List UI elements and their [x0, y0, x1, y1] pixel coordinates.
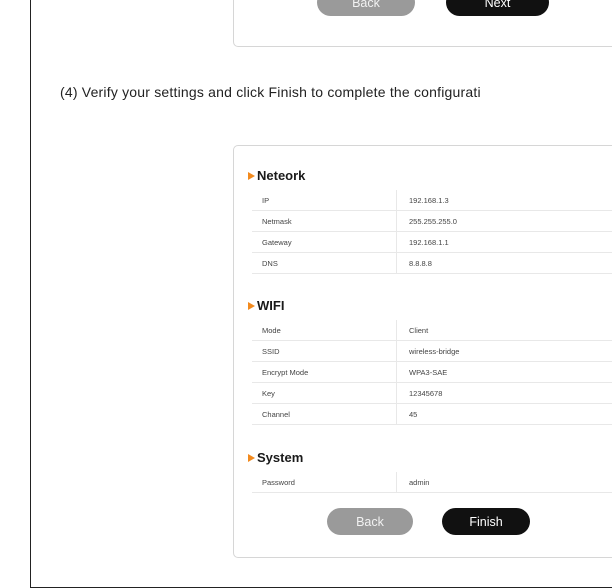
row-label: IP: [262, 196, 270, 205]
row-label: Password: [262, 478, 295, 487]
table-row: Password admin: [252, 472, 612, 493]
triangle-right-icon: [248, 453, 255, 462]
table-row: IP 192.168.1.3: [252, 190, 612, 211]
previous-step-card: Back Next: [233, 0, 612, 47]
row-value: admin: [409, 478, 430, 487]
back-button[interactable]: Back: [327, 508, 413, 535]
triangle-right-icon: [248, 171, 255, 180]
row-value: wireless-bridge: [409, 347, 460, 356]
summary-card: Neteork IP 192.168.1.3 Netmask 255.255.2…: [233, 145, 612, 558]
divider: [396, 404, 397, 424]
instruction-text: (4) Verify your settings and click Finis…: [60, 84, 481, 100]
next-button[interactable]: Next: [446, 0, 549, 16]
row-value: 255.255.255.0: [409, 217, 457, 226]
table-row: Key 12345678: [252, 383, 612, 404]
section-wifi: WIFI: [248, 298, 284, 313]
divider: [396, 383, 397, 403]
section-title: Neteork: [257, 168, 306, 183]
row-label: DNS: [262, 259, 278, 268]
divider: [396, 232, 397, 252]
table-row: Mode Client: [252, 320, 612, 341]
divider: [396, 320, 397, 340]
back-button-previous[interactable]: Back: [317, 0, 415, 16]
row-label: Netmask: [262, 217, 292, 226]
divider: [396, 341, 397, 361]
row-value: Client: [409, 326, 429, 335]
row-label: Channel: [262, 410, 290, 419]
row-value: 192.168.1.1: [409, 238, 449, 247]
section-network: Neteork: [248, 168, 305, 183]
divider: [396, 190, 397, 210]
finish-button[interactable]: Finish: [442, 508, 530, 535]
table-row: Channel 45: [252, 404, 612, 425]
section-title: WIFI: [257, 298, 285, 313]
row-value: 45: [409, 410, 418, 419]
table-row: DNS 8.8.8.8: [252, 253, 612, 274]
table-row: Netmask 255.255.255.0: [252, 211, 612, 232]
table-row: Gateway 192.168.1.1: [252, 232, 612, 253]
table-row: Encrypt Mode WPA3-SAE: [252, 362, 612, 383]
divider: [396, 211, 397, 231]
row-label: Mode: [262, 326, 281, 335]
triangle-right-icon: [248, 301, 255, 310]
row-value: 8.8.8.8: [409, 259, 432, 268]
row-label: Encrypt Mode: [262, 368, 309, 377]
table-row: SSID wireless-bridge: [252, 341, 612, 362]
row-value: WPA3-SAE: [409, 368, 448, 377]
row-value: 12345678: [409, 389, 443, 398]
row-label: Gateway: [262, 238, 292, 247]
row-value: 192.168.1.3: [409, 196, 449, 205]
row-label: SSID: [262, 347, 280, 356]
divider: [396, 472, 397, 492]
section-system: System: [248, 450, 303, 465]
row-label: Key: [262, 389, 275, 398]
section-title: System: [257, 450, 304, 465]
divider: [396, 362, 397, 382]
divider: [396, 253, 397, 273]
